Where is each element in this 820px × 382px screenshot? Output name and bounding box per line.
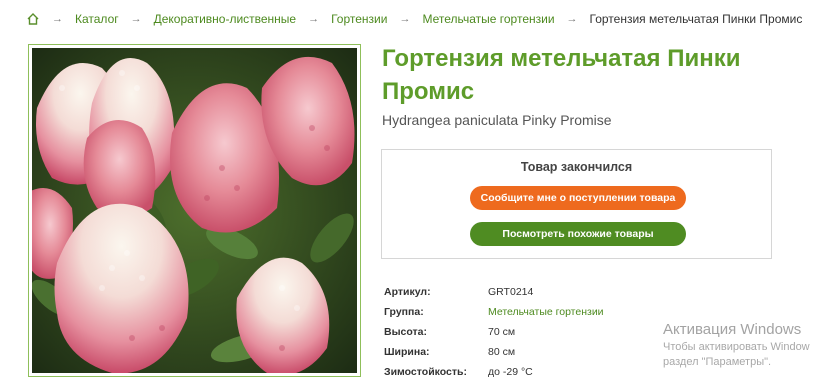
- breadcrumb-separator-icon: →: [130, 13, 142, 25]
- breadcrumb-current: Гортензия метельчатая Пинки Промис: [589, 12, 803, 26]
- product-image-frame[interactable]: [28, 44, 361, 377]
- spec-value-group-link[interactable]: Метельчатые гортензии: [488, 306, 604, 318]
- product-specs: Артикул: GRT0214 Группа: Метельчатые гор…: [384, 282, 604, 382]
- watermark-line: раздел "Параметры".: [663, 356, 772, 368]
- spec-label: Группа:: [384, 306, 424, 318]
- product-image[interactable]: [32, 48, 357, 373]
- watermark-line: Чтобы активировать Window: [663, 341, 810, 353]
- spec-value-width: 80 см: [488, 346, 516, 358]
- breadcrumb-separator-icon: →: [52, 13, 63, 25]
- spec-row-group: Группа: Метельчатые гортензии: [384, 302, 604, 322]
- windows-activation-watermark: Активация Windows Чтобы активировать Win…: [663, 320, 810, 370]
- stock-status-box: Товар закончился Сообщите мне о поступле…: [381, 149, 772, 259]
- spec-label: Ширина:: [384, 346, 430, 358]
- spec-row-hardiness: Зимостойкость: до -29 °С: [384, 362, 604, 382]
- product-latin-name: Hydrangea paniculata Pinky Promise: [382, 112, 612, 128]
- stock-status-text: Товар закончился: [520, 160, 633, 174]
- breadcrumb-link-decorative[interactable]: Декоративно-лиственные: [154, 12, 296, 26]
- watermark-title: Активация Windows: [663, 321, 802, 338]
- notify-me-button[interactable]: Сообщите мне о поступлении товара: [470, 186, 686, 210]
- spec-label: Артикул:: [384, 286, 431, 298]
- breadcrumb-link-catalog[interactable]: Каталог: [75, 12, 119, 26]
- breadcrumb-separator-icon: →: [308, 13, 320, 25]
- breadcrumb-link-hydrangeas[interactable]: Гортензии: [331, 12, 387, 26]
- spec-row-sku: Артикул: GRT0214: [384, 282, 604, 302]
- breadcrumb-separator-icon: →: [399, 13, 411, 25]
- breadcrumb: → Каталог → Декоративно-лиственные → Гор…: [26, 10, 802, 28]
- similar-products-button[interactable]: Посмотреть похожие товары: [470, 222, 686, 246]
- spec-row-width: Ширина: 80 см: [384, 342, 604, 362]
- spec-value-hardiness: до -29 °С: [488, 366, 533, 378]
- spec-label: Зимостойкость:: [384, 366, 467, 378]
- spec-label: Высота:: [384, 326, 428, 338]
- spec-value-sku: GRT0214: [488, 286, 534, 298]
- breadcrumb-separator-icon: →: [566, 13, 578, 25]
- breadcrumb-link-paniculata[interactable]: Метельчатые гортензии: [422, 12, 554, 26]
- spec-value-height: 70 см: [488, 326, 516, 338]
- home-icon[interactable]: [26, 12, 40, 26]
- product-title: Гортензия метельчатая Пинки Промис: [382, 45, 741, 105]
- spec-row-height: Высота: 70 см: [384, 322, 604, 342]
